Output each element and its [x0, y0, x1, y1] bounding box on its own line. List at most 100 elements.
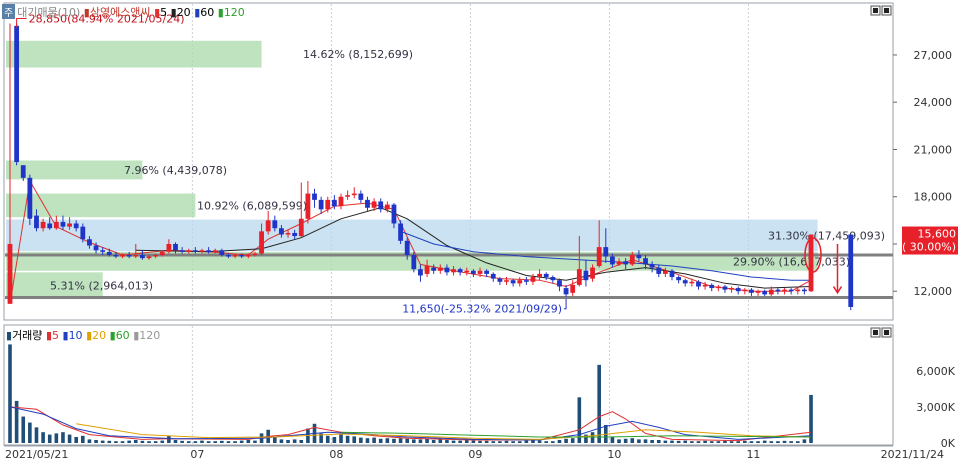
volume-bar — [690, 441, 694, 443]
candle-body — [20, 165, 26, 178]
volume-bar — [359, 437, 363, 443]
candle-body — [616, 261, 622, 265]
candle-body — [484, 270, 490, 274]
volume-bar — [703, 440, 707, 443]
candle-body — [351, 193, 357, 196]
candle-body — [73, 223, 79, 229]
volume-bar — [789, 441, 793, 443]
price-tick-label: 18,000 — [914, 191, 953, 204]
volume-bar — [650, 439, 654, 443]
candle-body — [523, 280, 529, 282]
candle-body — [173, 243, 178, 251]
stock-chart-window: 14.62% (8,152,699) 7.96% (4,439,078) 10.92… — [0, 0, 960, 462]
candle-body — [80, 226, 86, 240]
volume-bar — [54, 433, 59, 443]
volume-bar — [478, 440, 482, 443]
volume-bar — [762, 440, 767, 443]
candle-body — [848, 234, 854, 307]
candle-body — [543, 273, 549, 278]
candle-body — [312, 193, 317, 200]
candle-body — [418, 269, 423, 276]
ma-legend-20: 20 — [176, 6, 191, 19]
volume-bar — [332, 436, 337, 443]
volume-bar — [729, 441, 734, 443]
volume-bar — [491, 441, 496, 443]
price-legend: 주 대기매물(10) ▮삼영에스앤씨 ▮5 ▮20 ▮60 ▮120 — [2, 4, 245, 19]
candle-body — [643, 258, 648, 265]
volume-bar — [425, 438, 429, 443]
candle — [808, 234, 814, 293]
candle-body — [345, 195, 351, 197]
supply-zone-2 — [6, 160, 143, 180]
candle-body — [550, 277, 556, 281]
volume-bar — [286, 439, 290, 443]
date-tick-label: 2021/11/24 — [881, 448, 944, 461]
price-panel-maximize-button[interactable] — [870, 5, 881, 16]
candle-body — [762, 291, 768, 295]
volume-bar — [226, 441, 231, 443]
volume-bar — [676, 440, 681, 443]
candle — [398, 220, 403, 244]
candle-body — [292, 232, 298, 237]
date-tick-label: 07 — [190, 448, 204, 461]
volume-bar — [292, 439, 297, 443]
candle-body — [649, 264, 655, 268]
volume-panel-maximize-button[interactable] — [870, 327, 881, 338]
volume-bar — [372, 437, 376, 443]
period-badge[interactable]: 주 — [2, 4, 16, 19]
volume-legend: ▮거래량 ▮5 ▮10 ▮20 ▮60 ▮120 — [6, 329, 161, 342]
candle-body — [775, 289, 781, 292]
candle-body — [497, 278, 503, 282]
volume-bar — [637, 439, 641, 443]
volume-bar — [299, 439, 304, 443]
volume-bar — [365, 438, 370, 443]
candle-body — [14, 25, 20, 163]
candle — [14, 23, 20, 166]
supply-zone-label: 31.30% (17,459,093) — [768, 229, 885, 242]
volume-panel-close-button[interactable] — [881, 327, 892, 338]
candle-body — [239, 254, 245, 257]
volume-bar — [438, 439, 443, 443]
volume-bar — [186, 441, 191, 443]
volume-bar — [378, 438, 383, 443]
candle-body — [305, 193, 311, 219]
candle-body — [477, 270, 483, 274]
candle-body — [451, 269, 456, 273]
volume-tick-label: 3,000K — [916, 401, 955, 414]
current-price-change: ( 30.00%) — [902, 241, 956, 254]
candle-body — [166, 243, 172, 252]
price-panel-close-button[interactable] — [881, 5, 892, 16]
candle-body — [159, 251, 165, 255]
candle-body — [557, 280, 562, 287]
candle-body — [192, 250, 198, 252]
candle-body — [27, 177, 33, 219]
volume-bar — [61, 432, 65, 443]
volume-bar — [21, 416, 26, 443]
date-tick-label: 08 — [329, 448, 343, 461]
volume-bar — [511, 441, 515, 443]
candle-body — [206, 250, 211, 252]
volume-bar — [160, 440, 165, 443]
candle-body — [245, 254, 251, 257]
vol-ma-legend-60: 60 — [115, 329, 130, 342]
candle-body — [212, 250, 218, 252]
volume-bar — [28, 422, 32, 443]
candle-body — [325, 199, 331, 210]
candle-body — [226, 254, 231, 257]
volume-bar — [484, 440, 489, 443]
volume-bar — [458, 440, 462, 443]
ma-legend-5: 5 — [160, 6, 168, 19]
candle-body — [47, 223, 53, 229]
volume-bar — [643, 439, 648, 443]
candle-body — [696, 281, 701, 287]
candle-body — [219, 250, 225, 255]
supply-zone-label: 14.62% (8,152,699) — [303, 48, 413, 61]
volume-bar — [352, 436, 357, 443]
volume-bar — [279, 439, 284, 443]
volume-bar — [418, 439, 423, 443]
candle-body — [709, 284, 715, 289]
volume-bar — [590, 432, 595, 443]
candle-body — [34, 215, 39, 229]
volume-panel-frame — [3, 324, 894, 446]
volume-bar — [173, 439, 178, 443]
